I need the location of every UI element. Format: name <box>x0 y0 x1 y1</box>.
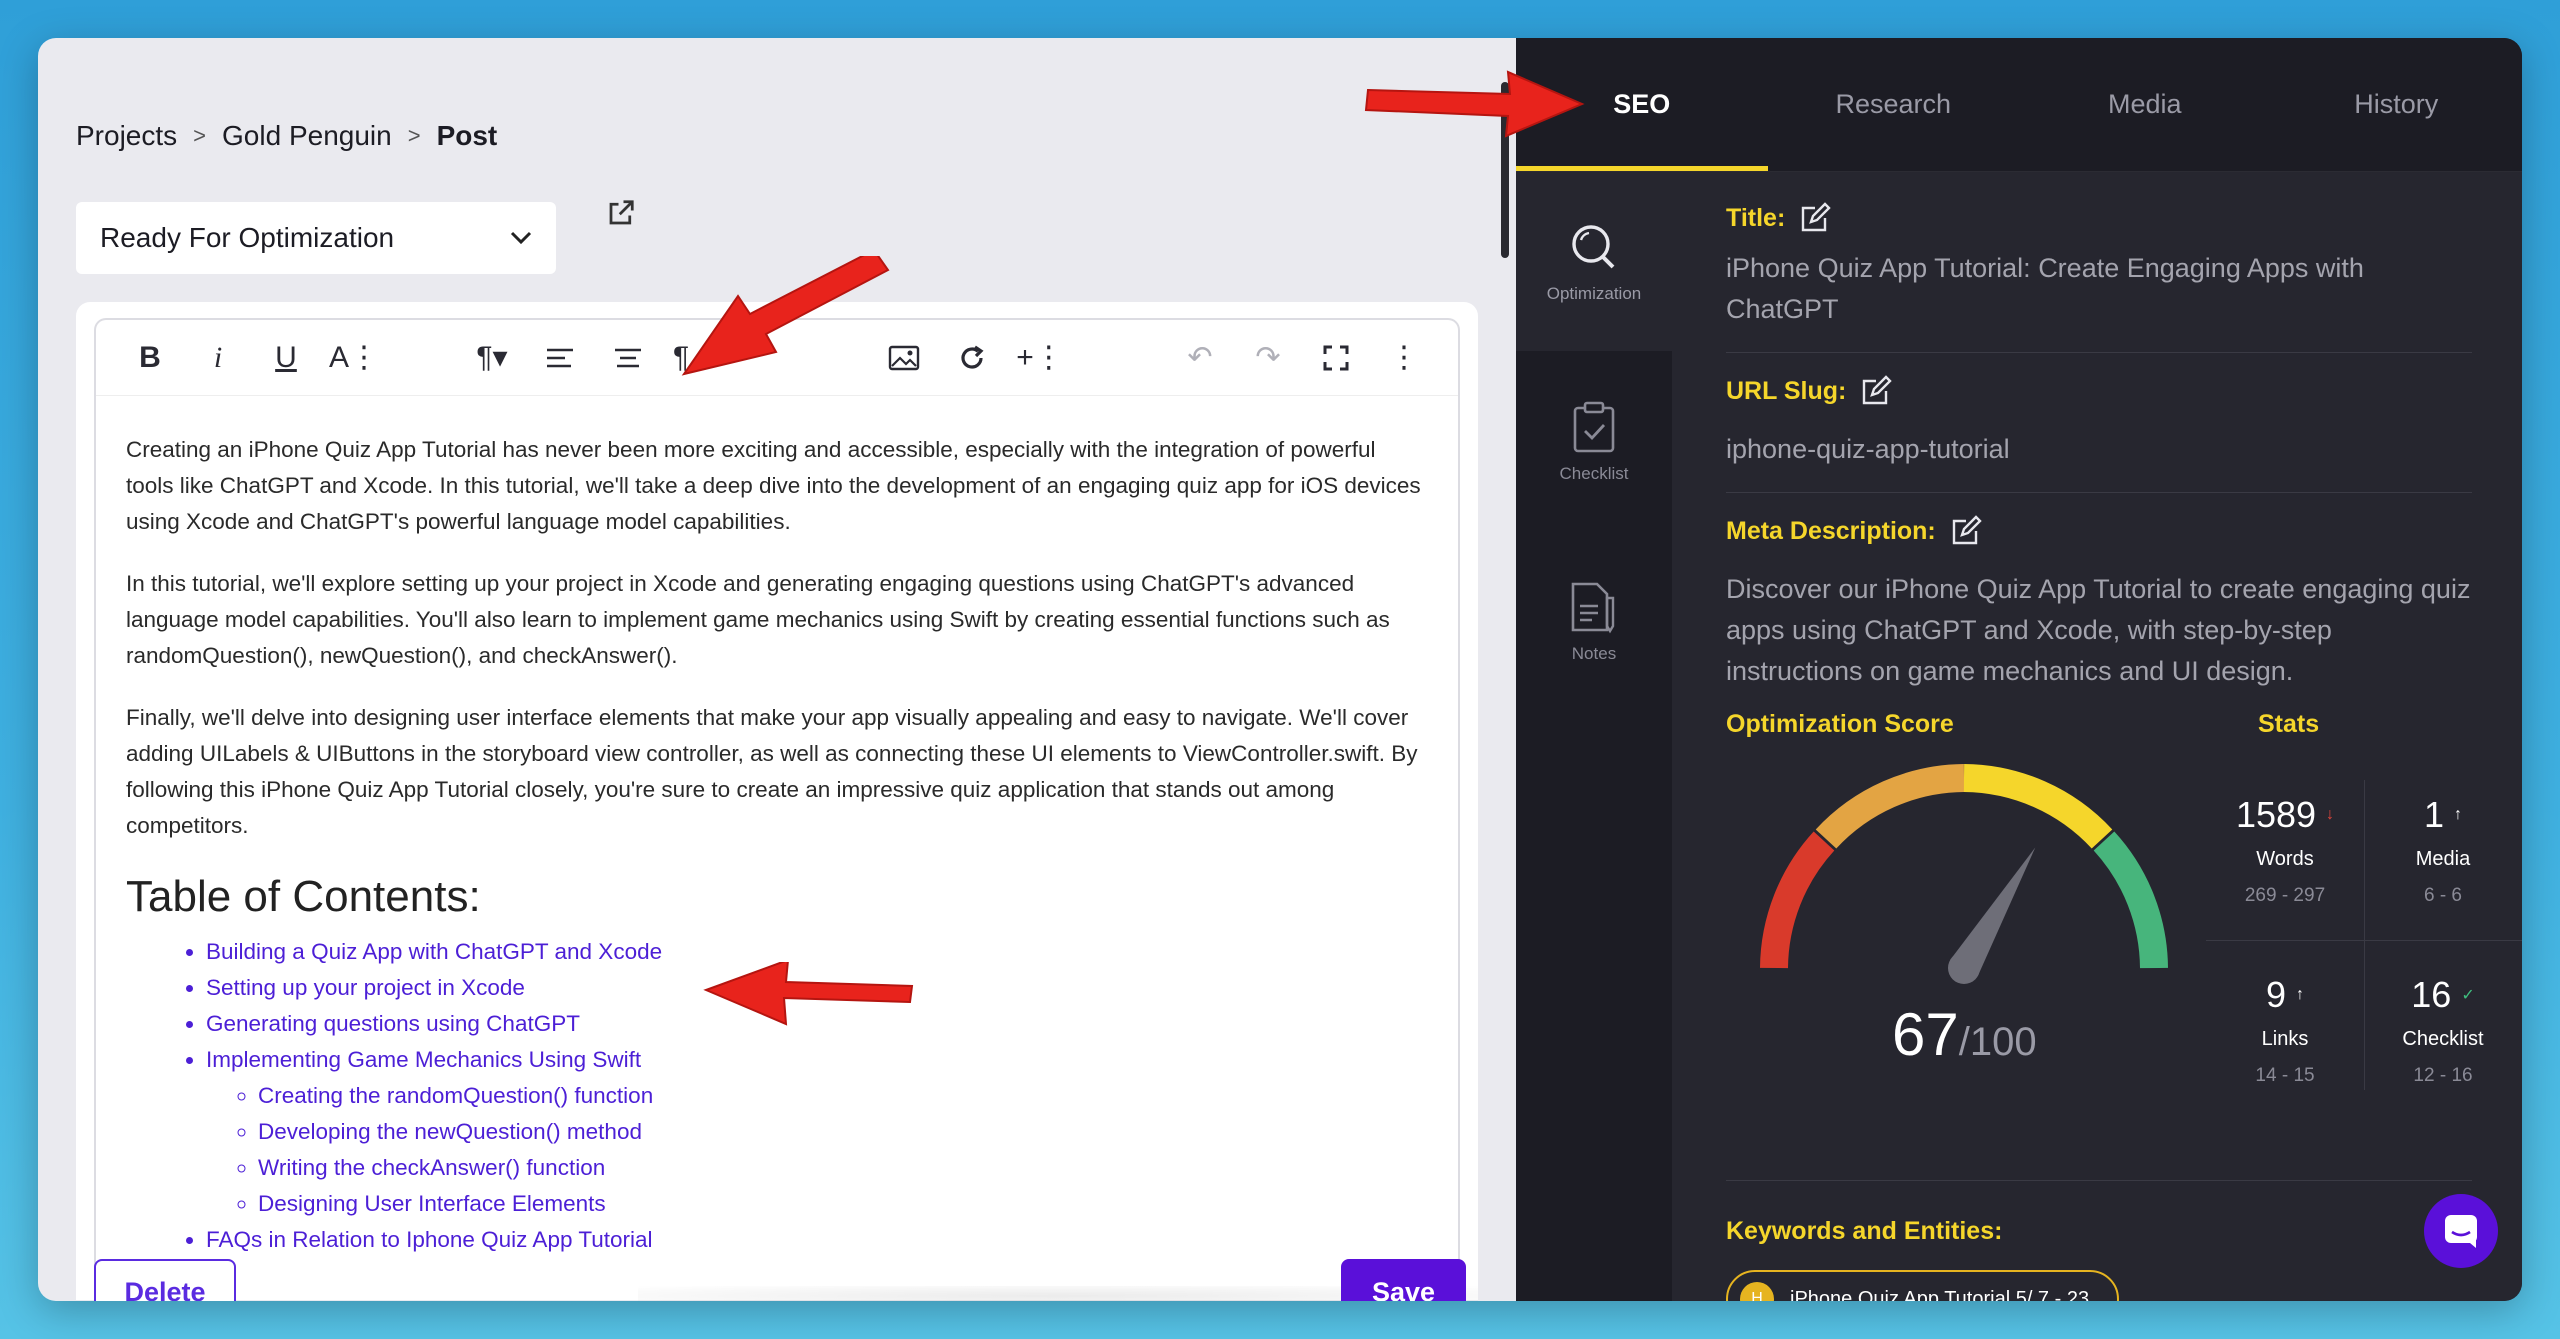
slug-field: URL Slug: iphone-quiz-app-tutorial <box>1726 353 2472 493</box>
breadcrumb-separator: > <box>193 123 207 148</box>
breadcrumb-gold-penguin[interactable]: Gold Penguin <box>222 120 392 152</box>
italic-icon[interactable]: i <box>184 330 252 386</box>
annotation-arrow <box>681 256 890 376</box>
toc-subitem[interactable]: Designing User Interface Elements <box>258 1186 1428 1222</box>
score-section: Optimization Score Stats 67/100 1589 ↓ W… <box>1726 710 2522 1180</box>
editor-card: B i U A⋮ ¶▾ ¶⋮ <box>76 302 1478 1300</box>
gauge-needle <box>1948 847 2036 984</box>
stats-grid: 1589 ↓ Words 269 - 297 1 ↑ Media 6 - 6 9 ↑ … <box>2206 760 2522 1120</box>
stat-links: 9 ↑ Links 14 - 15 <box>2255 973 2315 1086</box>
side-nav-optimization[interactable]: Optimization <box>1516 172 1672 352</box>
gauge-needle-hub <box>1948 952 1980 984</box>
side-nav-label: Checklist <box>1559 463 1629 483</box>
toc-item[interactable]: FAQs in Relation to Iphone Quiz App Tuto… <box>206 1222 1428 1258</box>
toc-heading: Table of Contents: <box>126 872 481 921</box>
edit-icon[interactable] <box>1860 375 1893 407</box>
tab-research[interactable]: Research <box>1768 38 2020 171</box>
chat-launcher-button[interactable] <box>2424 1194 2498 1268</box>
status-select[interactable]: Ready For Optimization <box>76 202 556 274</box>
external-link-icon[interactable] <box>606 198 636 228</box>
stats-label: Stats <box>2258 710 2320 738</box>
tab-history[interactable]: History <box>2271 38 2523 171</box>
title-label: Title: <box>1726 202 2472 234</box>
side-nav-checklist[interactable]: Checklist <box>1516 352 1672 532</box>
fullscreen-icon[interactable] <box>1302 330 1370 386</box>
paragraph-icon[interactable]: ¶▾ <box>458 330 526 386</box>
meta-label: Meta Description: <box>1726 515 2472 547</box>
breadcrumb-post: Post <box>436 120 498 151</box>
redo-icon[interactable]: ↷ <box>1234 330 1302 386</box>
annotation-arrow <box>1364 70 1585 138</box>
toc-subitem[interactable]: Writing the checkAnswer() function <box>258 1150 1428 1186</box>
arrow-up-icon: ↑ <box>2454 805 2463 823</box>
gauge-segment-yellow <box>1963 764 2113 849</box>
paragraph: Finally, we'll delve into designing user… <box>126 705 1418 838</box>
chat-icon <box>2445 1215 2477 1248</box>
chevron-down-icon <box>510 231 532 245</box>
gauge-segment-green <box>2093 831 2168 969</box>
editor-content[interactable]: Creating an iPhone Quiz App Tutorial has… <box>96 396 1458 1258</box>
more-icon[interactable]: ⋮ <box>1370 330 1438 386</box>
keyword-chip-label: iPhone Quiz App Tutorial 5/ 7 - 23 <box>1790 1287 2090 1302</box>
toc-subitem[interactable]: Developing the newQuestion() method <box>258 1114 1428 1150</box>
undo-icon[interactable]: ↶ <box>1166 330 1234 386</box>
breadcrumb-projects[interactable]: Projects <box>76 120 177 152</box>
refresh-icon[interactable] <box>938 330 1006 386</box>
title-field: Title: iPhone Quiz App Tutorial: Create … <box>1726 172 2472 353</box>
toc-sublist: Creating the randomQuestion() function D… <box>206 1078 1428 1222</box>
status-select-value: Ready For Optimization <box>100 222 395 253</box>
font-size-icon[interactable]: A⋮ <box>320 330 388 386</box>
side-nav: Optimization Checklist Notes <box>1516 172 1672 1301</box>
editor-pane: Projects > Gold Penguin > Post Ready For… <box>38 38 1516 1301</box>
seo-sidebar: SEO Research Media History Optimization … <box>1516 38 2522 1301</box>
rich-text-editor[interactable]: B i U A⋮ ¶▾ ¶⋮ <box>94 318 1460 1268</box>
toc-subitem[interactable]: Creating the randomQuestion() function <box>258 1078 1428 1114</box>
paragraph: Creating an iPhone Quiz App Tutorial has… <box>126 437 1421 534</box>
meta-value[interactable]: Discover our iPhone Quiz App Tutorial to… <box>1726 569 2472 692</box>
tab-bar: SEO Research Media History <box>1516 38 2522 172</box>
align-left-icon[interactable] <box>526 330 594 386</box>
bold-icon[interactable]: B <box>116 330 184 386</box>
stat-checklist: 16 ✓ Checklist 12 - 16 <box>2402 973 2484 1086</box>
stat-media: 1 ↑ Media 6 - 6 <box>2415 793 2471 906</box>
magnifier-icon <box>1572 224 1615 268</box>
app-window: Projects > Gold Penguin > Post Ready For… <box>38 38 2522 1301</box>
score-gauge <box>1760 764 2168 984</box>
save-button[interactable]: Save <box>1341 1259 1466 1301</box>
slug-label: URL Slug: <box>1726 375 2472 407</box>
side-nav-label: Optimization <box>1546 283 1642 303</box>
delete-button[interactable]: Delete <box>94 1259 236 1301</box>
seo-panel: Title: iPhone Quiz App Tutorial: Create … <box>1672 172 2522 1301</box>
clipboard-check-icon <box>1573 401 1615 452</box>
insert-more-icon[interactable]: +⋮ <box>1006 330 1074 386</box>
keyword-chip[interactable]: H iPhone Quiz App Tutorial 5/ 7 - 23 <box>1726 1270 2120 1302</box>
check-icon: ✓ <box>2461 986 2475 1004</box>
arrow-down-icon: ↓ <box>2326 805 2335 823</box>
underline-icon[interactable]: U <box>252 330 320 386</box>
arrow-up-icon: ↑ <box>2296 985 2305 1003</box>
stat-words: 1589 ↓ Words 269 - 297 <box>2235 793 2335 906</box>
edit-icon[interactable] <box>1950 515 1982 547</box>
meta-field: Meta Description: Discover our iPhone Qu… <box>1726 493 2472 692</box>
gauge-segment-red <box>1760 831 1835 969</box>
tab-media[interactable]: Media <box>2019 38 2271 171</box>
optimization-score-label: Optimization Score <box>1726 710 1954 738</box>
paragraph: In this tutorial, we'll explore setting … <box>126 571 1390 668</box>
divider <box>1726 1180 2472 1181</box>
side-nav-notes[interactable]: Notes <box>1516 532 1672 712</box>
notes-icon <box>1571 582 1615 633</box>
gauge-segment-orange <box>1815 764 1965 849</box>
title-value[interactable]: iPhone Quiz App Tutorial: Create Engagin… <box>1726 248 2472 330</box>
toc-item[interactable]: Implementing Game Mechanics Using Swift … <box>206 1042 1428 1222</box>
edit-icon[interactable] <box>1799 202 1831 234</box>
keywords-label: Keywords and Entities: <box>1726 1217 2003 1245</box>
breadcrumb-separator: > <box>407 123 421 148</box>
side-nav-label: Notes <box>1571 643 1617 663</box>
breadcrumb: Projects > Gold Penguin > Post <box>76 120 497 152</box>
annotation-arrow <box>703 962 914 1026</box>
align-center-icon[interactable] <box>594 330 662 386</box>
keyword-chip-badge: H <box>1740 1282 1774 1301</box>
score-value: 67/100 <box>1892 1001 2037 1068</box>
slug-value[interactable]: iphone-quiz-app-tutorial <box>1726 429 2472 470</box>
